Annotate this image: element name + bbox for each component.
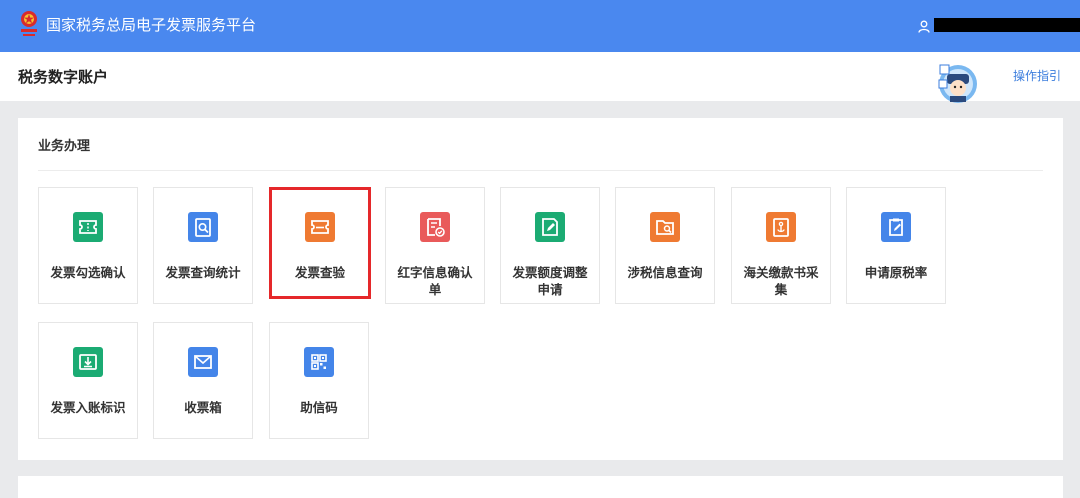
tile-label: 红字信息确认单 — [397, 265, 473, 297]
inbox-download-icon — [73, 347, 103, 377]
mail-icon — [188, 347, 218, 377]
guide-link[interactable]: 操作指引 — [1013, 68, 1061, 84]
document-edit-icon — [535, 212, 565, 242]
tile-invoice-selection-confirm[interactable]: 发票勾选确认 — [38, 187, 138, 304]
folder-search-icon — [650, 212, 680, 242]
tile-label: 发票入账标识 — [50, 400, 126, 415]
tile-invoice-quota-adjust[interactable]: 发票额度调整申请 — [500, 187, 600, 304]
tile-label: 助信码 — [300, 400, 338, 415]
section-title: 业务办理 — [38, 139, 91, 154]
divider — [38, 170, 1043, 171]
user-name-redacted[interactable] — [934, 18, 1080, 32]
tile-customs-payment-collect[interactable]: 海关缴款书采集 — [731, 187, 831, 304]
tile-label: 发票查询统计 — [165, 265, 241, 280]
clipboard-edit-icon — [881, 212, 911, 242]
app-title: 国家税务总局电子发票服务平台 — [46, 16, 257, 34]
tile-invoice-verification[interactable]: 发票查验 — [269, 187, 371, 299]
tile-invoice-query-stats[interactable]: 发票查询统计 — [153, 187, 253, 304]
tile-invoice-inbox[interactable]: 收票箱 — [153, 322, 253, 439]
page-title: 税务数字账户 — [18, 68, 109, 86]
document-check-icon — [420, 212, 450, 242]
tile-label: 发票额度调整申请 — [512, 265, 588, 297]
tile-label: 发票勾选确认 — [50, 265, 126, 280]
mascot-avatar[interactable] — [936, 60, 980, 104]
tile-label: 发票查验 — [294, 265, 345, 280]
top-bar: 国家税务总局电子发票服务平台 — [0, 0, 1080, 52]
tile-label: 涉税信息查询 — [627, 265, 703, 280]
ticket-icon — [73, 212, 103, 242]
tile-credit-code[interactable]: 助信码 — [269, 322, 369, 439]
document-search-icon — [188, 212, 218, 242]
user-icon[interactable] — [918, 20, 930, 33]
anchor-document-icon — [766, 212, 796, 242]
tile-label: 申请原税率 — [864, 265, 928, 280]
tile-label: 收票箱 — [184, 400, 222, 415]
tax-emblem-logo — [21, 11, 37, 36]
secondary-panel — [18, 476, 1063, 498]
qr-code-icon — [304, 347, 334, 377]
tile-label: 海关缴款书采集 — [743, 265, 819, 297]
sub-header — [0, 52, 1080, 101]
tile-red-letter-confirmation[interactable]: 红字信息确认单 — [385, 187, 485, 304]
tile-tax-info-query[interactable]: 涉税信息查询 — [615, 187, 715, 304]
ticket-check-icon — [305, 212, 335, 242]
tile-invoice-booking-mark[interactable]: 发票入账标识 — [38, 322, 138, 439]
tile-apply-original-rate[interactable]: 申请原税率 — [846, 187, 946, 304]
